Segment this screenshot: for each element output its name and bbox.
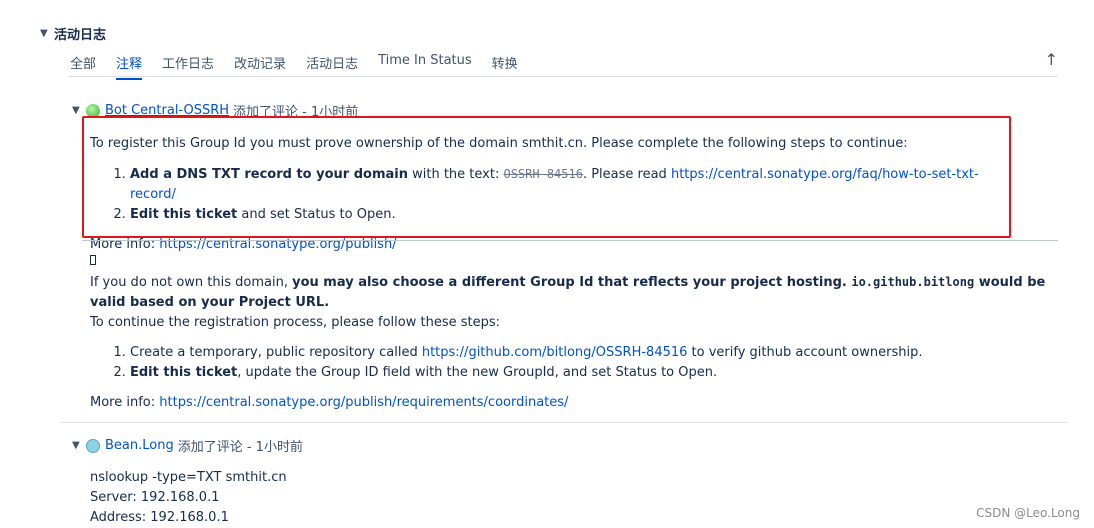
comment-line: Address: 192.168.0.1 [90, 510, 229, 525]
comment-body-1-continued: If you do not own this domain, you may a… [90, 252, 1050, 413]
intro-text: To register this Group Id you must prove… [90, 136, 908, 151]
avatar[interactable] [86, 438, 100, 453]
divider [82, 240, 1058, 241]
chevron-down-icon[interactable]: ▼ [72, 440, 86, 451]
list-item: Edit this ticket and set Status to Open. [130, 205, 1000, 225]
comment-meta: 添加了评论 - 1小时前 [177, 440, 303, 455]
more-info-link[interactable]: https://central.sonatype.org/publish/req… [159, 395, 568, 410]
comment-author-link[interactable]: Bean.Long [105, 438, 174, 453]
activity-section-header[interactable]: ▼ 活动日志 [40, 24, 106, 43]
step-text: and set Status to Open. [237, 207, 396, 222]
comment-body-2: nslookup -type=TXT smthit.cn Server: 192… [90, 468, 287, 528]
comment-line: nslookup -type=TXT smthit.cn [90, 470, 287, 485]
list-item: Edit this ticket, update the Group ID fi… [130, 363, 1050, 383]
chevron-down-icon[interactable]: ▼ [72, 105, 86, 116]
sort-arrow-up-icon[interactable]: ↑ [1045, 50, 1058, 69]
step-bold: Add a DNS TXT record to your domain [130, 167, 408, 182]
tabs-divider [68, 76, 1058, 77]
divider [60, 422, 1068, 423]
step-text: with the text: [407, 167, 504, 182]
more-info: More info: https://central.sonatype.org/… [90, 395, 569, 410]
section-title: 活动日志 [54, 28, 107, 43]
alt-group-paragraph: If you do not own this domain, you may a… [90, 275, 1046, 310]
step-text: . Please read [582, 167, 671, 182]
steps-list-2: Create a temporary, public repository ca… [90, 343, 1050, 383]
comment-header: ▼ Bean.Long 添加了评论 - 1小时前 [72, 436, 303, 455]
chevron-down-icon[interactable]: ▼ [40, 28, 54, 39]
list-item: Create a temporary, public repository ca… [130, 343, 1050, 363]
steps-list: Add a DNS TXT record to your domain with… [90, 164, 1000, 225]
repo-link[interactable]: https://github.com/bitlong/OSSRH-84516 [422, 345, 688, 360]
group-id-code: io.github.bitlong [851, 275, 975, 289]
watermark: CSDN @Leo.Long [976, 506, 1080, 520]
placeholder-glyph [90, 252, 1050, 272]
comment-line: Server: 192.168.0.1 [90, 490, 220, 505]
txt-record-code: OSSRH-84516 [503, 167, 583, 181]
comment-body-1: To register this Group Id you must prove… [90, 134, 1000, 255]
continue-paragraph: To continue the registration process, pl… [90, 315, 501, 330]
step-bold: Edit this ticket [130, 207, 238, 222]
list-item: Add a DNS TXT record to your domain with… [130, 164, 1000, 205]
